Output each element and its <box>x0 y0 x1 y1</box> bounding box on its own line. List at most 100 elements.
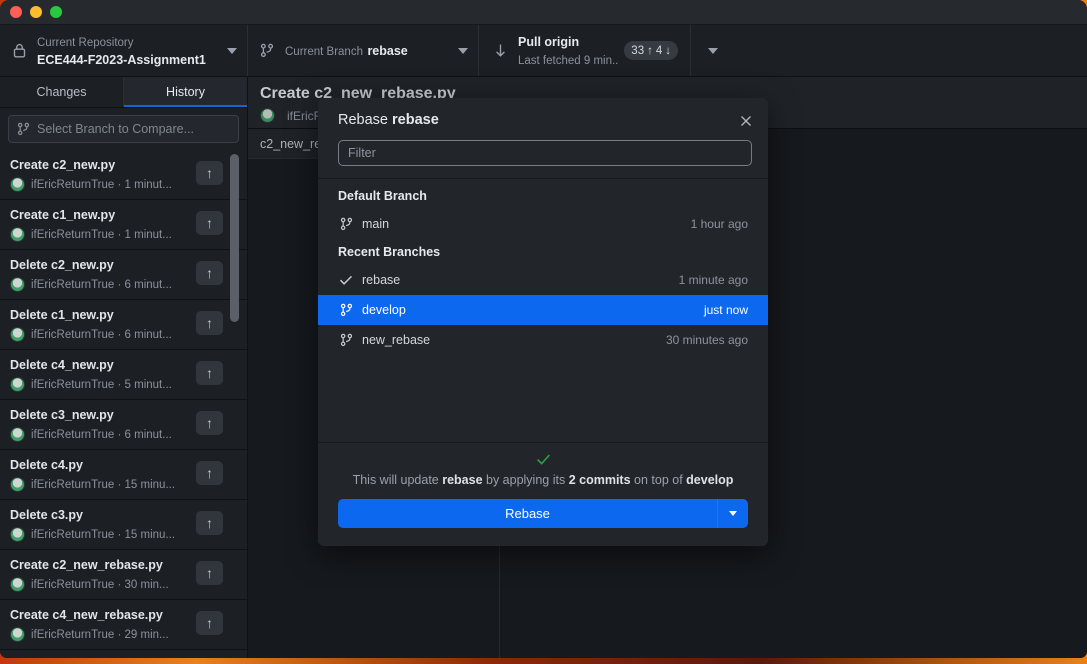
commit-list-item[interactable]: Create c2_new_rebase.py ifEricReturnTrue… <box>0 550 247 600</box>
current-branch-button[interactable]: Current Branch rebase <box>248 25 479 76</box>
ahead-behind-badge: 33 ↑ 4 ↓ <box>624 41 678 60</box>
toolbar-overflow-button[interactable] <box>691 25 734 76</box>
commit-list-item[interactable]: Delete c3_new.py ifEricReturnTrue · 6 mi… <box>0 400 247 450</box>
tab-changes-label: Changes <box>36 85 87 99</box>
commit-time-sep: · <box>114 628 125 641</box>
branch-filter-input[interactable]: Filter <box>338 140 752 166</box>
commit-time: 6 minut... <box>124 428 172 441</box>
tab-history[interactable]: History <box>124 77 247 107</box>
rebase-msg-part2: by applying its <box>482 473 569 487</box>
arrow-up-icon: ↑ <box>647 44 653 57</box>
avatar <box>10 577 25 592</box>
avatar <box>10 477 25 492</box>
pull-origin-label: Pull origin <box>518 34 580 49</box>
branch-date: just now <box>703 303 748 317</box>
avatar <box>10 227 25 242</box>
commit-time: 5 minut... <box>124 378 172 391</box>
rebase-button[interactable]: Rebase <box>338 499 717 528</box>
commit-title: Create c3_new_rebase.py <box>10 657 190 658</box>
commit-author-time: ifEricReturnTrue <box>31 278 115 291</box>
select-branch-to-compare-input[interactable]: Select Branch to Compare... <box>8 115 239 143</box>
avatar <box>10 627 25 642</box>
chevron-down-icon <box>729 511 737 516</box>
chevron-down-icon <box>707 47 718 54</box>
arrow-up-icon[interactable]: ↑ <box>196 211 223 235</box>
behind-count: 4 <box>655 44 663 57</box>
branch-group-header-default: Default Branch <box>338 189 427 203</box>
commit-history-list[interactable]: Create c2_new.py ifEricReturnTrue · 1 mi… <box>0 150 247 658</box>
commit-title: Delete c3.py <box>10 508 83 522</box>
commit-list-item[interactable]: Create c3_new_rebase.py <box>0 650 247 658</box>
commit-list-item[interactable]: Create c1_new.py ifEricReturnTrue · 1 mi… <box>0 200 247 250</box>
minimize-window-button[interactable] <box>30 6 42 18</box>
chevron-down-icon <box>458 47 468 54</box>
commit-list-item[interactable]: Delete c1_new.py ifEricReturnTrue · 6 mi… <box>0 300 247 350</box>
check-icon <box>338 453 748 470</box>
branch-row-main[interactable]: main 1 hour ago <box>318 209 768 239</box>
avatar <box>10 377 25 392</box>
avatar <box>10 527 25 542</box>
commit-list-item[interactable]: Delete c3.py ifEricReturnTrue · 15 minu.… <box>0 500 247 550</box>
commit-time: 15 minu... <box>124 478 176 491</box>
branch-icon <box>338 333 354 347</box>
branch-icon <box>338 217 354 231</box>
commit-time: 29 min... <box>124 628 169 641</box>
commit-author-time: ifEricReturnTrue <box>31 378 115 391</box>
arrow-up-icon[interactable]: ↑ <box>196 311 223 335</box>
branch-name: rebase <box>362 273 401 287</box>
avatar <box>10 277 25 292</box>
sidebar-tabs: Changes History <box>0 77 247 108</box>
arrow-up-icon[interactable]: ↑ <box>196 261 223 285</box>
arrow-up-icon[interactable]: ↑ <box>196 361 223 385</box>
commit-title: Delete c3_new.py <box>10 408 114 422</box>
commit-time: 15 minu... <box>124 528 176 541</box>
branch-icon <box>258 42 276 60</box>
branch-row-new-rebase[interactable]: new_rebase 30 minutes ago <box>318 325 768 355</box>
close-icon[interactable] <box>737 112 755 130</box>
arrow-up-icon[interactable]: ↑ <box>196 411 223 435</box>
branch-date: 30 minutes ago <box>665 333 748 347</box>
arrow-up-icon[interactable]: ↑ <box>196 161 223 185</box>
app-window: Current Repository ECE444-F2023-Assignme… <box>0 0 1087 658</box>
commit-title: Delete c1_new.py <box>10 308 114 322</box>
branch-icon <box>338 303 354 317</box>
commit-time-sep: · <box>114 228 125 241</box>
scrollbar-thumb[interactable] <box>230 154 239 322</box>
rebase-dialog-title-branch: rebase <box>392 112 439 128</box>
commit-title: Delete c4.py <box>10 458 83 472</box>
arrow-up-icon[interactable]: ↑ <box>196 561 223 585</box>
avatar <box>10 427 25 442</box>
commit-author-time: ifEricReturnTrue <box>31 428 115 441</box>
commit-author-time: ifEricReturnTrue <box>31 578 115 591</box>
commit-list-scrollbar[interactable] <box>230 150 239 658</box>
branch-row-rebase[interactable]: rebase 1 minute ago <box>318 265 768 295</box>
commit-list-item[interactable]: Create c2_new.py ifEricReturnTrue · 1 mi… <box>0 150 247 200</box>
arrow-up-icon[interactable]: ↑ <box>196 461 223 485</box>
pull-origin-button[interactable]: Pull origin Last fetched 9 min... 33 ↑ 4… <box>479 25 691 76</box>
arrow-up-icon[interactable]: ↑ <box>196 611 223 635</box>
maximize-window-button[interactable] <box>50 6 62 18</box>
commit-list-item[interactable]: Delete c4_new.py ifEricReturnTrue · 5 mi… <box>0 350 247 400</box>
tab-changes[interactable]: Changes <box>0 77 124 107</box>
app-toolbar: Current Repository ECE444-F2023-Assignme… <box>0 25 1087 77</box>
commit-time-sep: · <box>114 578 125 591</box>
branch-label: Current Branch <box>285 45 363 58</box>
commit-list-item[interactable]: Delete c2_new.py ifEricReturnTrue · 6 mi… <box>0 250 247 300</box>
branch-list[interactable]: Default Branch main 1 hour ago Recent Br… <box>318 179 768 442</box>
branch-row-develop[interactable]: develop just now <box>318 295 768 325</box>
rebase-dropdown-button[interactable] <box>717 499 748 528</box>
sidebar: Changes History Select Branch to Compare… <box>0 77 248 658</box>
check-icon <box>338 274 354 286</box>
rebase-msg-part3: on top of <box>630 473 687 487</box>
commit-author-time: ifEricReturnTrue <box>31 628 115 641</box>
current-repository-button[interactable]: Current Repository ECE444-F2023-Assignme… <box>0 25 248 76</box>
commit-list-item[interactable]: Create c4_new_rebase.py ifEricReturnTrue… <box>0 600 247 650</box>
commit-time-sep: · <box>114 328 125 341</box>
branch-icon <box>17 122 30 136</box>
arrow-up-icon[interactable]: ↑ <box>196 511 223 535</box>
commit-time-sep: · <box>114 528 125 541</box>
branch-date: 1 hour ago <box>690 217 748 231</box>
branch-name: rebase <box>367 43 408 58</box>
commit-list-item[interactable]: Delete c4.py ifEricReturnTrue · 15 minu.… <box>0 450 247 500</box>
close-window-button[interactable] <box>10 6 22 18</box>
